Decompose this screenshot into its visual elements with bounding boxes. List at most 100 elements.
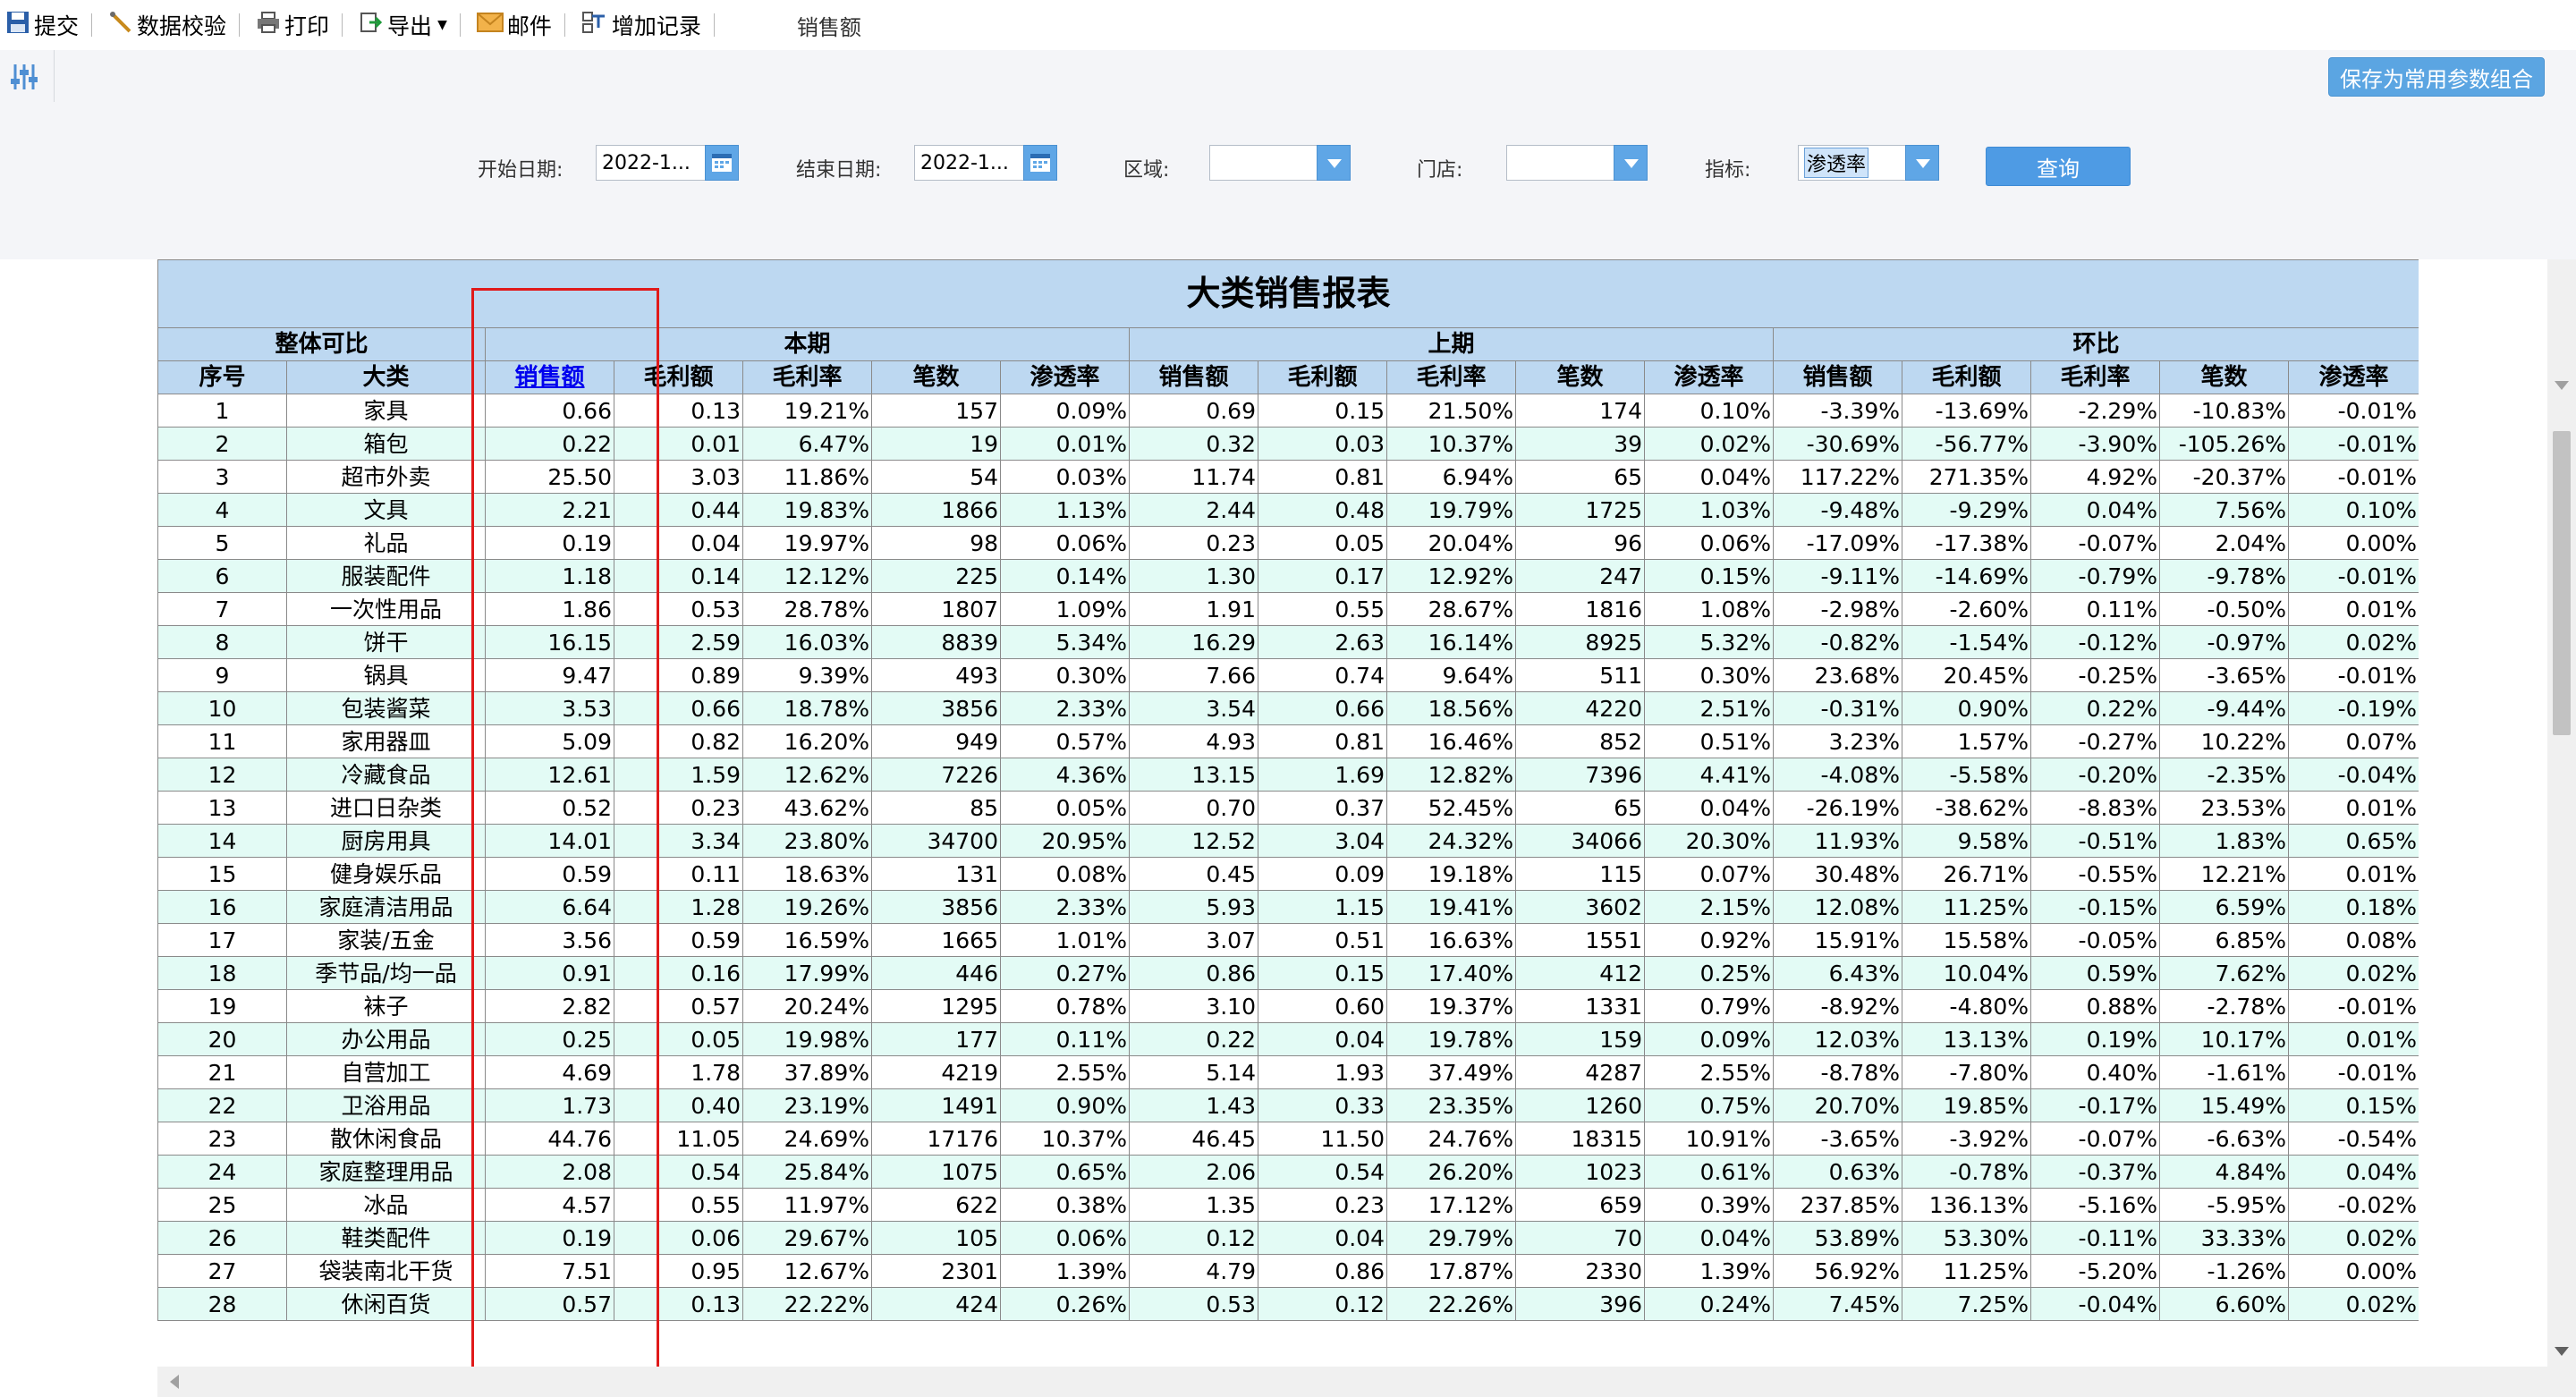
printer-icon (256, 10, 281, 40)
value-cell: 16.20% (742, 724, 872, 758)
value-cell: 1816 (1515, 592, 1645, 626)
mail-button[interactable]: 邮件 (471, 0, 555, 50)
print-button[interactable]: 打印 (250, 0, 333, 50)
category-cell: 家用器皿 (286, 724, 486, 758)
group-header-overall: 整体可比 (157, 327, 486, 361)
value-cell: 177 (871, 1022, 1001, 1056)
value-cell: -0.01% (2287, 1055, 2419, 1089)
col-header-margin: 毛利率 (2030, 360, 2160, 394)
value-cell: 1.69 (1258, 758, 1387, 792)
value-cell: 0.09 (1258, 857, 1387, 891)
value-cell: 0.01% (2287, 592, 2419, 626)
value-cell: 2.04% (2159, 526, 2289, 560)
value-cell: 1.18 (485, 559, 614, 593)
validate-button[interactable]: 数据校验 (103, 0, 230, 50)
save-param-combo-button[interactable]: 保存为常用参数组合 (2328, 57, 2545, 97)
value-cell: 6.47% (742, 427, 872, 461)
value-cell: 6.43% (1773, 956, 1902, 990)
group-header-previous: 上期 (1129, 327, 1774, 361)
value-cell: 96 (1515, 526, 1645, 560)
value-cell: -0.97% (2159, 625, 2289, 659)
query-button[interactable]: 查询 (1986, 147, 2131, 186)
value-cell: 0.40 (614, 1088, 743, 1122)
category-cell: 季节品/均一品 (286, 956, 486, 990)
vertical-scroll-thumb[interactable] (2553, 431, 2571, 735)
value-cell: 0.01% (1000, 427, 1130, 461)
value-cell: 0.69 (1129, 394, 1258, 428)
value-cell: -0.11% (2030, 1221, 2160, 1255)
submit-button[interactable]: 提交 (0, 0, 82, 50)
value-cell: -17.09% (1773, 526, 1902, 560)
value-cell: 20.70% (1773, 1088, 1902, 1122)
value-cell: -0.01% (2287, 559, 2419, 593)
end-date-input[interactable]: 2022-1... (914, 145, 1025, 181)
sliders-icon[interactable] (9, 63, 39, 95)
value-cell: 3.04 (1258, 824, 1387, 858)
value-cell: 12.62% (742, 758, 872, 792)
value-cell: 105 (871, 1221, 1001, 1255)
metric-selected-value: 渗透率 (1804, 148, 1869, 178)
export-button[interactable]: 导出 ▼ (353, 0, 451, 50)
calendar-icon[interactable] (1023, 145, 1057, 181)
value-cell: -0.01% (2287, 460, 2419, 494)
value-cell: 4287 (1515, 1055, 1645, 1089)
chevron-down-icon[interactable] (1614, 145, 1648, 181)
value-cell: 0.02% (2287, 625, 2419, 659)
value-cell: -9.78% (2159, 559, 2289, 593)
sales-sort-link[interactable]: 销售额 (514, 364, 584, 391)
value-cell: 1866 (871, 493, 1001, 527)
value-cell: 11.50 (1258, 1122, 1387, 1156)
value-cell: -0.31% (1773, 691, 1902, 725)
value-cell: 0.27% (1000, 956, 1130, 990)
value-cell: 4219 (871, 1055, 1001, 1089)
value-cell: 1.30 (1129, 559, 1258, 593)
value-cell: 0.11% (1000, 1022, 1130, 1056)
col-header-sales-link[interactable]: 销售额 (485, 360, 614, 394)
value-cell: 17.99% (742, 956, 872, 990)
horizontal-scrollbar[interactable] (157, 1367, 2576, 1397)
table-row: 12 冷藏食品 12.61 1.59 12.62% 7226 4.36% 13.15 1.69 1… (157, 758, 2419, 792)
value-cell: 0.11 (614, 857, 743, 891)
value-cell: 0.90% (1902, 691, 2031, 725)
chevron-down-icon[interactable] (1905, 145, 1939, 181)
value-cell: 16.46% (1386, 724, 1516, 758)
value-cell: 0.48 (1258, 493, 1387, 527)
value-cell: 4220 (1515, 691, 1645, 725)
value-cell: 0.78% (1000, 989, 1130, 1023)
start-date-input[interactable]: 2022-1... (596, 145, 707, 181)
report-viewport[interactable]: 大类销售报表 整体可比 本期 上期 环比 序号 大类 销售额 毛利额 毛利率 笔… (157, 259, 2419, 1367)
value-cell: 5.09 (485, 724, 614, 758)
value-cell: 0.00% (2287, 1254, 2419, 1288)
sales-report-table: 大类销售报表 整体可比 本期 上期 环比 序号 大类 销售额 毛利额 毛利率 笔… (157, 259, 2419, 1321)
scroll-up-arrow-icon[interactable] (2555, 381, 2569, 390)
region-select[interactable] (1209, 145, 1318, 181)
vertical-scrollbar[interactable] (2547, 259, 2576, 1367)
value-cell: 0.61% (1644, 1155, 1774, 1189)
value-cell: 2.15% (1644, 890, 1774, 924)
chevron-down-icon[interactable] (1317, 145, 1351, 181)
value-cell: 4.57 (485, 1188, 614, 1222)
value-cell: 11.05 (614, 1122, 743, 1156)
value-cell: -17.38% (1902, 526, 2031, 560)
metric-select[interactable]: 渗透率 (1798, 145, 1907, 181)
store-select[interactable] (1506, 145, 1615, 181)
col-header-count: 笔数 (1515, 360, 1645, 394)
value-cell: 0.91 (485, 956, 614, 990)
value-cell: 34700 (871, 824, 1001, 858)
value-cell: 0.04% (1644, 791, 1774, 825)
value-cell: 0.02% (2287, 1287, 2419, 1321)
value-cell: 0.22 (485, 427, 614, 461)
value-cell: 8839 (871, 625, 1001, 659)
table-row: 6 服装配件 1.18 0.14 12.12% 225 0.14% 1.30 0.17 12.92… (157, 559, 2419, 593)
scroll-left-arrow-icon[interactable] (170, 1375, 179, 1389)
value-cell: 0.89 (614, 658, 743, 692)
value-cell: 12.92% (1386, 559, 1516, 593)
value-cell: 20.24% (742, 989, 872, 1023)
add-record-button[interactable]: 增加记录 (576, 0, 705, 50)
row-index-cell: 20 (157, 1022, 287, 1056)
value-cell: 0.25 (485, 1022, 614, 1056)
value-cell: -0.01% (2287, 394, 2419, 428)
table-row: 13 进口日杂类 0.52 0.23 43.62% 85 0.05% 0.70 0.37 52.4… (157, 791, 2419, 825)
scroll-down-arrow-icon[interactable] (2555, 1347, 2569, 1356)
calendar-icon[interactable] (705, 145, 739, 181)
